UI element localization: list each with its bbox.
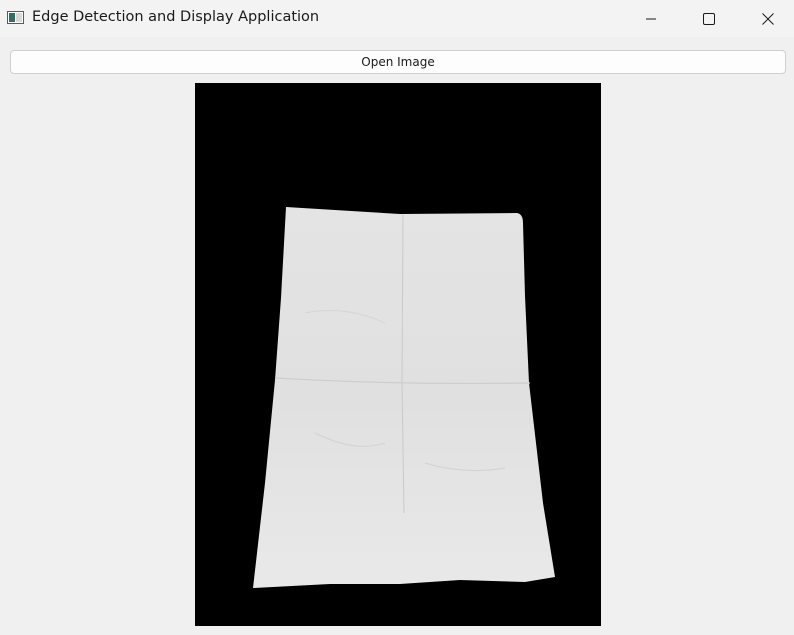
window-title: Edge Detection and Display Application <box>32 9 320 25</box>
app-window: Edge Detection and Display Application O… <box>0 0 794 635</box>
image-display <box>195 83 601 626</box>
minimize-button[interactable] <box>622 0 680 37</box>
open-image-button[interactable]: Open Image <box>10 50 786 74</box>
minimize-icon <box>646 18 656 19</box>
title-bar[interactable]: Edge Detection and Display Application <box>0 0 794 37</box>
maximize-button[interactable] <box>680 0 738 37</box>
close-icon <box>762 12 774 25</box>
app-window-icon <box>7 11 24 24</box>
maximize-icon <box>703 12 715 25</box>
paper-photo <box>195 83 601 626</box>
close-button[interactable] <box>739 0 794 37</box>
